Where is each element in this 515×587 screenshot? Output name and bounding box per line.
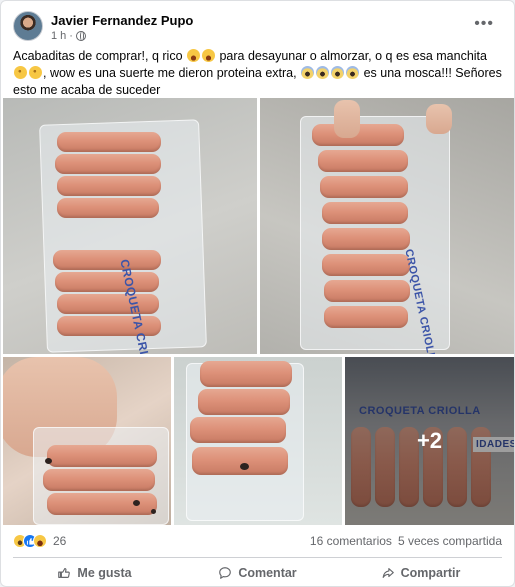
scream-emoji-icon — [346, 66, 360, 79]
photo-5[interactable]: CROQUETA CRIOLLA IDADES +2 — [345, 357, 514, 525]
photo-4[interactable] — [174, 357, 342, 525]
meta-separator: · — [69, 30, 73, 42]
avatar[interactable] — [13, 11, 43, 41]
like-label: Me gusta — [77, 566, 132, 580]
thumbs-up-icon — [58, 568, 71, 578]
croquette — [47, 445, 157, 467]
croquette — [190, 417, 286, 443]
thumb — [334, 100, 360, 138]
fly-spot — [45, 458, 52, 464]
croquette — [57, 294, 159, 314]
comment-icon — [219, 567, 232, 579]
globe-icon — [75, 31, 86, 41]
scream-emoji-icon — [331, 66, 345, 79]
reaction-count: 26 — [53, 534, 67, 548]
action-bar: Me gusta Comentar Compartir — [13, 559, 502, 586]
croquette — [55, 154, 161, 174]
thinking-emoji-icon — [29, 66, 42, 79]
scream-emoji-icon — [301, 66, 315, 79]
croquette — [322, 202, 408, 224]
share-button[interactable]: Compartir — [339, 559, 502, 586]
scream-emoji-icon — [316, 66, 330, 79]
croquette — [53, 250, 161, 270]
croquette — [43, 469, 155, 491]
comments-count[interactable]: 16 comentarios — [310, 534, 392, 548]
fly-spot — [133, 500, 140, 506]
grinning-sweat-emoji-icon — [187, 49, 200, 62]
croquette — [200, 361, 292, 387]
share-icon — [382, 568, 394, 578]
fly-spot — [240, 463, 249, 470]
divider — [13, 557, 502, 558]
croquette — [57, 176, 161, 196]
photo-1[interactable]: CROQUETA CRIO — [3, 98, 257, 354]
croquette — [192, 447, 288, 475]
more-photos-count: +2 — [416, 428, 443, 453]
croquette — [47, 493, 157, 515]
finger — [426, 104, 452, 134]
like-button[interactable]: Me gusta — [13, 559, 176, 586]
reactions-summary[interactable]: 26 — [13, 532, 66, 550]
author-name[interactable]: Javier Fernandez Pupo — [51, 13, 193, 28]
grinning-sweat-emoji-icon — [202, 49, 215, 62]
croquette — [320, 176, 408, 198]
croquette — [324, 306, 408, 328]
post-text: Acabaditas de comprar!, q rico para desa… — [13, 48, 505, 99]
post-meta: 1 h · — [51, 30, 86, 42]
comment-label: Comentar — [238, 566, 297, 580]
croquette — [322, 254, 410, 276]
croquette — [318, 150, 408, 172]
post-time[interactable]: 1 h — [51, 30, 66, 42]
post-stats: 16 comentarios 5 veces compartida — [310, 534, 502, 548]
thinking-emoji-icon — [14, 66, 27, 79]
post-card: Javier Fernandez Pupo 1 h · ••• Acabadit… — [0, 0, 515, 587]
shares-count[interactable]: 5 veces compartida — [398, 534, 502, 548]
croquette — [57, 132, 161, 152]
post-text-segment: para desayunar o almorzar, o q es esa ma… — [216, 49, 487, 63]
post-text-segment: Acabaditas de comprar!, q rico — [13, 49, 186, 63]
fly-spot — [151, 509, 156, 514]
more-options-icon[interactable]: ••• — [474, 16, 494, 32]
post-header: Javier Fernandez Pupo 1 h · ••• — [13, 11, 502, 43]
share-label: Compartir — [400, 566, 461, 580]
more-photos-overlay[interactable]: +2 — [345, 357, 514, 525]
photo-3[interactable] — [3, 357, 171, 525]
croquette — [322, 228, 410, 250]
comment-button[interactable]: Comentar — [176, 559, 339, 586]
croquette — [57, 198, 159, 218]
haha-reaction-icon — [33, 534, 47, 548]
post-text-segment: , wow es una suerte me dieron proteina e… — [43, 66, 301, 80]
croquette — [324, 280, 410, 302]
croquette — [198, 389, 290, 415]
croquette — [55, 272, 159, 292]
photo-2[interactable]: CROQUETA CRIOLL — [260, 98, 514, 354]
